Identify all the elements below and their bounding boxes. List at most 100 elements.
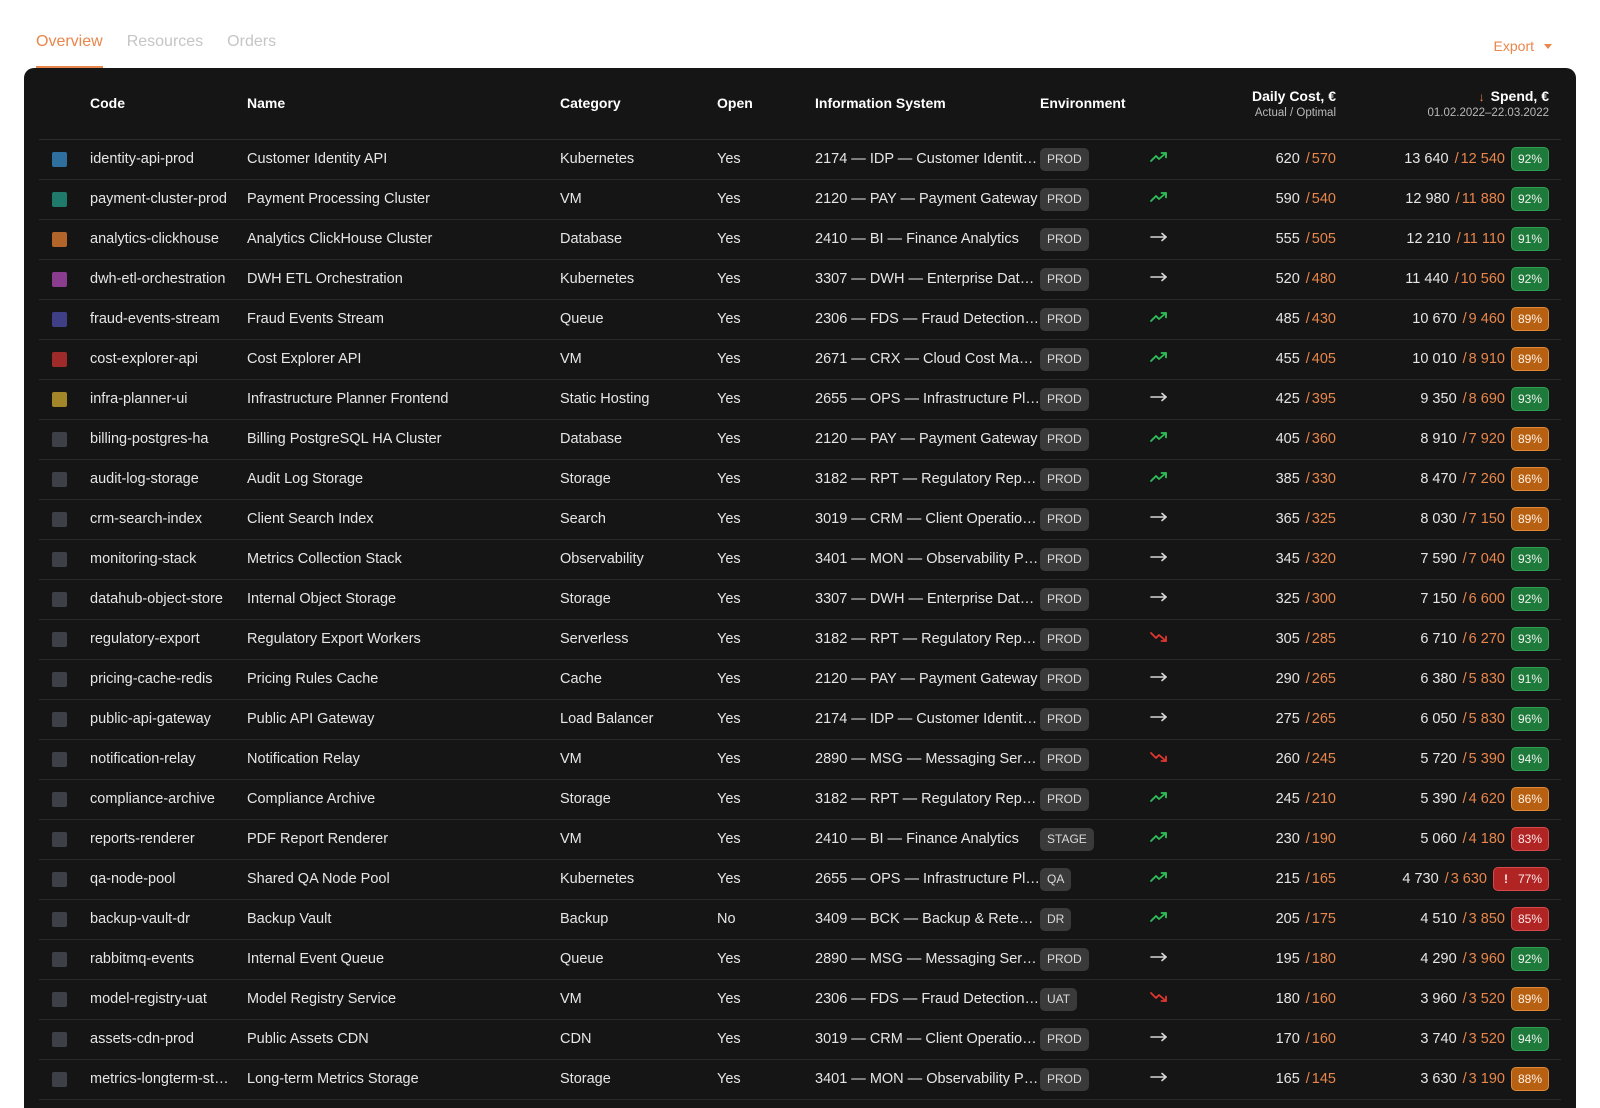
efficiency-value: 92% (1517, 952, 1542, 966)
trend-cell (1140, 619, 1190, 660)
table-row[interactable]: assets-cdn-prod Public Assets CDN CDN Yes 30… (39, 1019, 1561, 1060)
daily-actual: 365 (1275, 511, 1300, 527)
trend-cell (1140, 379, 1190, 420)
code-cell: analytics-clickhouse (90, 219, 247, 260)
daily-actual: 405 (1275, 431, 1300, 447)
daily-actual: 485 (1275, 311, 1300, 327)
table-row[interactable]: pricing-cache-redis Pricing Rules Cache Ca… (39, 659, 1561, 700)
header-spend[interactable]: ↓ Spend, € 01.02.2022–22.03.2022 (1336, 68, 1561, 140)
trend-cell (1140, 259, 1190, 300)
daily-actual: 215 (1275, 871, 1300, 887)
daily-optimal: 505 (1311, 231, 1336, 247)
color-swatch (52, 871, 67, 887)
separator: / (1305, 231, 1310, 247)
efficiency-value: 94% (1517, 752, 1542, 766)
code-cell: public-api-gateway (90, 699, 247, 740)
open-cell: Yes (717, 219, 815, 260)
efficiency-badge: 93% (1510, 547, 1549, 571)
header-name-label: Name (247, 95, 286, 112)
table-row[interactable]: qa-node-pool Shared QA Node Pool Kubernete… (39, 859, 1561, 900)
table-row[interactable]: dwh-etl-orchestration DWH ETL Orchestrati… (39, 259, 1561, 300)
daily-actual: 260 (1275, 751, 1300, 767)
table-row[interactable]: rabbitmq-events Internal Event Queue Queue… (39, 939, 1561, 980)
environment-cell: PROD (1040, 1019, 1140, 1060)
header-name[interactable]: Name (247, 68, 560, 140)
trend-flat-icon (1150, 711, 1190, 727)
trend-up-icon (1150, 471, 1190, 487)
table-row[interactable]: metrics-longterm-st… Long-term Metrics St… (39, 1059, 1561, 1100)
info-system-cell: 2655 — OPS — Infrastructure Pl… (815, 379, 1040, 420)
table-row[interactable]: audit-log-storage Audit Log Storage Storag… (39, 459, 1561, 500)
table-row[interactable]: payment-cluster-prod Payment Processing C… (39, 179, 1561, 220)
environment-cell: UAT (1040, 979, 1140, 1020)
code-cell: rabbitmq-events (90, 939, 247, 980)
table-row[interactable]: public-api-gateway Public API Gateway Load… (39, 699, 1561, 740)
daily-actual: 520 (1275, 271, 1300, 287)
separator: / (1462, 670, 1467, 687)
spend-cell: 8 910 /7 920 89% (1336, 419, 1561, 460)
table-row[interactable]: cost-explorer-api Cost Explorer API VM Yes 2… (39, 339, 1561, 380)
efficiency-value: 89% (1517, 432, 1542, 446)
header-daily-cost-label: Daily Cost, € (1251, 87, 1336, 104)
tab-orders[interactable]: Orders (227, 30, 276, 68)
spend-optimal: 3 190 (1468, 1070, 1505, 1087)
header-info-system[interactable]: Information System (815, 68, 1040, 140)
header-category[interactable]: Category (560, 68, 717, 140)
table-row[interactable]: monitoring-stack Metrics Collection Stack… (39, 539, 1561, 580)
table-row[interactable]: identity-api-prod Customer Identity API Ku… (39, 139, 1561, 180)
separator: / (1305, 471, 1310, 487)
separator: / (1455, 190, 1460, 207)
header-daily-cost[interactable]: Daily Cost, € Actual / Optimal (1190, 68, 1336, 140)
environment-badge: STAGE (1040, 827, 1094, 851)
table-row[interactable]: datahub-object-store Internal Object Stor… (39, 579, 1561, 620)
color-swatch (52, 1071, 67, 1087)
code-cell: compliance-archive (90, 779, 247, 820)
environment-badge: PROD (1040, 1067, 1089, 1091)
separator: / (1305, 671, 1310, 687)
spend-cell: 7 590 /7 040 93% (1336, 539, 1561, 580)
table-row[interactable]: analytics-clickhouse Analytics ClickHouse… (39, 219, 1561, 260)
separator: / (1305, 911, 1310, 927)
table-row[interactable]: billing-postgres-ha Billing PostgreSQL HA… (39, 419, 1561, 460)
color-swatch (52, 591, 67, 607)
export-dropdown[interactable]: Export (1494, 38, 1552, 54)
separator: / (1305, 991, 1310, 1007)
daily-actual: 245 (1275, 791, 1300, 807)
table-row[interactable]: reports-renderer PDF Report Renderer VM Yes… (39, 819, 1561, 860)
header-environment[interactable]: Environment (1040, 68, 1140, 140)
daily-cost-cell: 590 /540 (1190, 179, 1336, 220)
name-cell: Fraud Events Stream (247, 299, 560, 340)
table-row[interactable]: notification-relay Notification Relay VM Ye… (39, 739, 1561, 780)
environment-badge: PROD (1040, 427, 1089, 451)
environment-badge: UAT (1040, 987, 1078, 1011)
daily-optimal: 325 (1311, 511, 1336, 527)
header-spend-period: 01.02.2022–22.03.2022 (1427, 106, 1549, 119)
daily-actual: 165 (1275, 1071, 1300, 1087)
tab-resources[interactable]: Resources (127, 30, 203, 68)
row-color-cell (39, 259, 90, 300)
table-row[interactable]: backup-vault-dr Backup Vault Backup No 3409 … (39, 899, 1561, 940)
header-code[interactable]: Code (90, 68, 247, 140)
table-row[interactable]: compliance-archive Compliance Archive Stor… (39, 779, 1561, 820)
color-swatch (52, 1031, 67, 1047)
separator: / (1462, 1070, 1467, 1087)
daily-actual: 180 (1275, 991, 1300, 1007)
environment-badge: QA (1040, 867, 1072, 891)
open-cell: Yes (717, 699, 815, 740)
trend-cell (1140, 979, 1190, 1020)
code-cell: cost-explorer-api (90, 339, 247, 380)
name-cell: Pricing Rules Cache (247, 659, 560, 700)
table-row[interactable]: regulatory-export Regulatory Export Worke… (39, 619, 1561, 660)
daily-optimal: 265 (1311, 711, 1336, 727)
efficiency-badge: 94% (1510, 1027, 1549, 1051)
table-row[interactable]: crm-search-index Client Search Index Searc… (39, 499, 1561, 540)
open-cell: Yes (717, 979, 815, 1020)
category-cell: Storage (560, 459, 717, 500)
daily-actual: 205 (1275, 911, 1300, 927)
table-row[interactable]: fraud-events-stream Fraud Events Stream Qu… (39, 299, 1561, 340)
daily-actual: 620 (1275, 151, 1300, 167)
tab-overview[interactable]: Overview (36, 30, 103, 68)
table-row[interactable]: infra-planner-ui Infrastructure Planner F… (39, 379, 1561, 420)
table-row[interactable]: model-registry-uat Model Registry Service… (39, 979, 1561, 1020)
header-open[interactable]: Open (717, 68, 815, 140)
